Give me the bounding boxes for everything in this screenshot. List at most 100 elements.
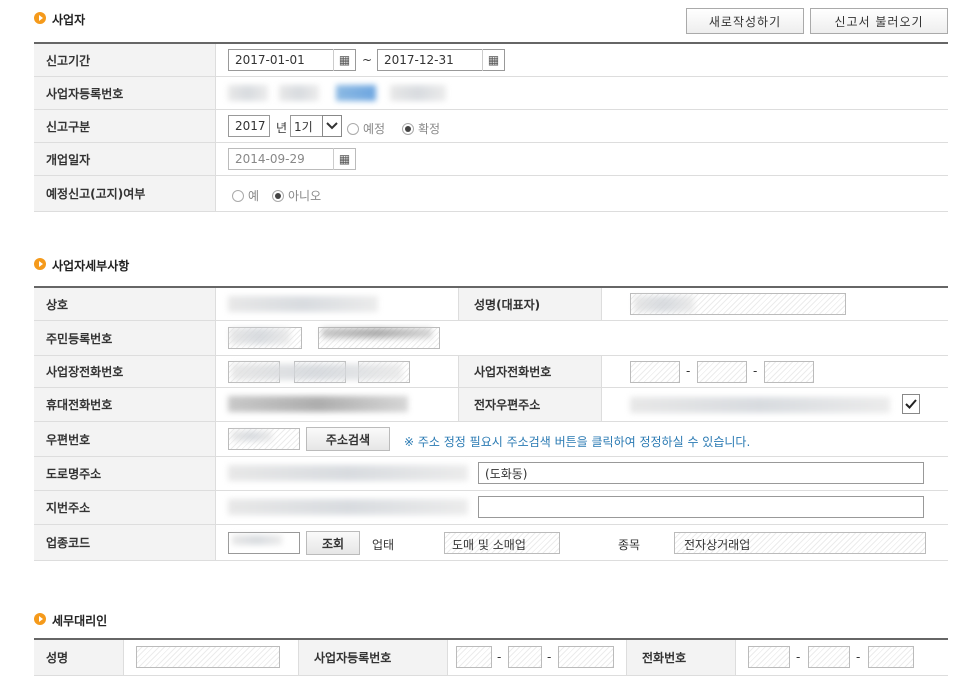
label-postal: 우편번호 xyxy=(34,422,216,456)
row-road-address: 도로명주소 (도화동) xyxy=(34,457,948,491)
radio-planned[interactable]: 예정 xyxy=(347,120,385,137)
period-end-input[interactable]: 2017-12-31 ▦ xyxy=(377,49,505,71)
label-business-type: 업태 xyxy=(372,538,395,552)
row-lot-address: 지번주소 xyxy=(34,491,948,525)
label-lot-address: 지번주소 xyxy=(34,491,216,524)
open-date-input[interactable]: 2014-09-29 ▦ xyxy=(228,148,356,170)
reg-no-part3 xyxy=(336,85,376,101)
radio-dot xyxy=(232,189,244,202)
dash: - xyxy=(856,650,861,664)
business-phone-3[interactable] xyxy=(764,361,814,383)
period-start-input[interactable]: 2017-01-01 ▦ xyxy=(228,49,356,71)
row-industry-code: 업종코드 조회 업태 도매 및 소매업 종목 전자상거래업 xyxy=(34,525,948,561)
radio-yes[interactable]: 예 xyxy=(232,187,259,204)
address-search-button[interactable]: 주소검색 xyxy=(306,427,390,451)
radio-no[interactable]: 아니오 xyxy=(272,187,321,204)
row-reg-no: 사업자등록번호 xyxy=(34,77,948,110)
agent-reg-no-1[interactable] xyxy=(456,646,492,668)
agent-phone-3[interactable] xyxy=(868,646,914,668)
row-mobile: 휴대전화번호 전자우편주소 xyxy=(34,388,948,422)
reg-no-part2 xyxy=(279,85,319,101)
label-reg-no: 사업자등록번호 xyxy=(34,77,216,109)
agent-reg-no-2[interactable] xyxy=(508,646,542,668)
row-resident-no: 주민등록번호 xyxy=(34,321,948,356)
calendar-icon[interactable]: ▦ xyxy=(482,49,504,71)
calendar-icon[interactable]: ▦ xyxy=(333,148,355,170)
section-bullet-icon xyxy=(34,258,46,270)
resident-no-back-value xyxy=(322,328,432,338)
label-name: 성명(대표자) xyxy=(458,288,602,320)
workplace-phone-value xyxy=(232,364,402,380)
radio-final[interactable]: 확정 xyxy=(402,120,440,137)
agent-phone-2[interactable] xyxy=(808,646,850,668)
section-bullet-icon xyxy=(34,12,46,24)
label-agent-reg-no: 사업자등록번호 xyxy=(298,640,448,675)
label-report-type: 신고구분 xyxy=(34,110,216,142)
radio-dot xyxy=(402,122,414,135)
section-title-business-detail: 사업자세부사항 xyxy=(52,259,130,273)
year-input[interactable]: 2017 xyxy=(228,115,270,137)
year-unit: 년 xyxy=(276,121,288,135)
section-title-tax-agent: 세무대리인 xyxy=(52,614,108,628)
radio-final-label: 확정 xyxy=(418,122,441,136)
period-separator: ~ xyxy=(362,53,373,67)
industry-code-value xyxy=(232,535,282,545)
business-phone-2[interactable] xyxy=(697,361,747,383)
business-phone-1[interactable] xyxy=(630,361,680,383)
label-workplace-phone: 사업장전화번호 xyxy=(34,356,216,387)
period-start-value: 2017-01-01 xyxy=(235,53,305,67)
row-tax-agent: 성명 사업자등록번호 - - 전화번호 - - xyxy=(34,640,948,676)
road-address-suffix: (도화동) xyxy=(485,466,528,481)
row-company: 상호 성명(대표자) xyxy=(34,288,948,321)
term-value: 1기 xyxy=(294,119,313,134)
label-pre-report: 예정신고(고지)여부 xyxy=(34,176,216,211)
radio-dot xyxy=(347,122,359,135)
reg-no-part1 xyxy=(228,85,268,101)
road-address-detail-input[interactable]: (도화동) xyxy=(478,462,924,484)
label-period: 신고기간 xyxy=(34,44,216,76)
label-agent-phone: 전화번호 xyxy=(626,640,736,675)
radio-planned-label: 예정 xyxy=(363,122,386,136)
label-open-date: 개업일자 xyxy=(34,143,216,175)
label-road-address: 도로명주소 xyxy=(34,457,216,490)
postal-value xyxy=(232,431,272,441)
new-write-button[interactable]: 새로작성하기 xyxy=(686,8,804,34)
business-type-value: 도매 및 소매업 xyxy=(452,538,526,552)
row-period: 신고기간 2017-01-01 ▦ ~ 2017-12-31 ▦ xyxy=(34,44,948,77)
agent-name-input[interactable] xyxy=(136,646,280,668)
row-report-type: 신고구분 2017 년 1기 예정 확정 xyxy=(34,110,948,143)
lot-address-value xyxy=(228,499,468,515)
business-table: 신고기간 2017-01-01 ▦ ~ 2017-12-31 ▦ 사업자등록번호… xyxy=(34,42,948,212)
period-end-value: 2017-12-31 xyxy=(384,53,454,67)
radio-no-label: 아니오 xyxy=(288,189,322,203)
row-workplace-phone: 사업장전화번호 사업자전화번호 - - xyxy=(34,356,948,388)
row-pre-report: 예정신고(고지)여부 예 아니오 xyxy=(34,176,948,212)
label-business-phone: 사업자전화번호 xyxy=(458,356,602,387)
lot-address-detail-input[interactable] xyxy=(478,496,924,518)
company-value xyxy=(228,296,378,312)
row-open-date: 개업일자 2014-09-29 ▦ xyxy=(34,143,948,176)
dash: - xyxy=(686,364,691,378)
label-company: 상호 xyxy=(34,288,216,320)
load-report-button[interactable]: 신고서 불러오기 xyxy=(810,8,948,34)
postal-note: ※ 주소 정정 필요시 주소검색 버튼을 클릭하여 정정하실 수 있습니다. xyxy=(404,435,751,449)
label-item: 종목 xyxy=(618,538,641,552)
name-value xyxy=(634,296,694,312)
agent-phone-1[interactable] xyxy=(748,646,790,668)
check-icon[interactable] xyxy=(902,394,920,414)
open-date-value: 2014-09-29 xyxy=(235,152,305,166)
business-detail-table: 상호 성명(대표자) 주민등록번호 사업장전화번호 사업자전화번호 - - 휴대… xyxy=(34,286,948,561)
label-resident-no: 주민등록번호 xyxy=(34,321,216,355)
dash: - xyxy=(753,364,758,378)
row-postal: 우편번호 주소검색 ※ 주소 정정 필요시 주소검색 버튼을 클릭하여 정정하실… xyxy=(34,422,948,457)
radio-yes-label: 예 xyxy=(248,189,260,203)
dash: - xyxy=(547,650,552,664)
calendar-icon[interactable]: ▦ xyxy=(333,49,355,71)
resident-no-front-value xyxy=(230,328,290,344)
dash: - xyxy=(497,650,502,664)
chevron-down-icon[interactable] xyxy=(322,115,342,137)
item-value: 전자상거래업 xyxy=(684,538,751,552)
email-value xyxy=(630,397,890,413)
lookup-button[interactable]: 조회 xyxy=(306,531,360,555)
agent-reg-no-3[interactable] xyxy=(558,646,614,668)
